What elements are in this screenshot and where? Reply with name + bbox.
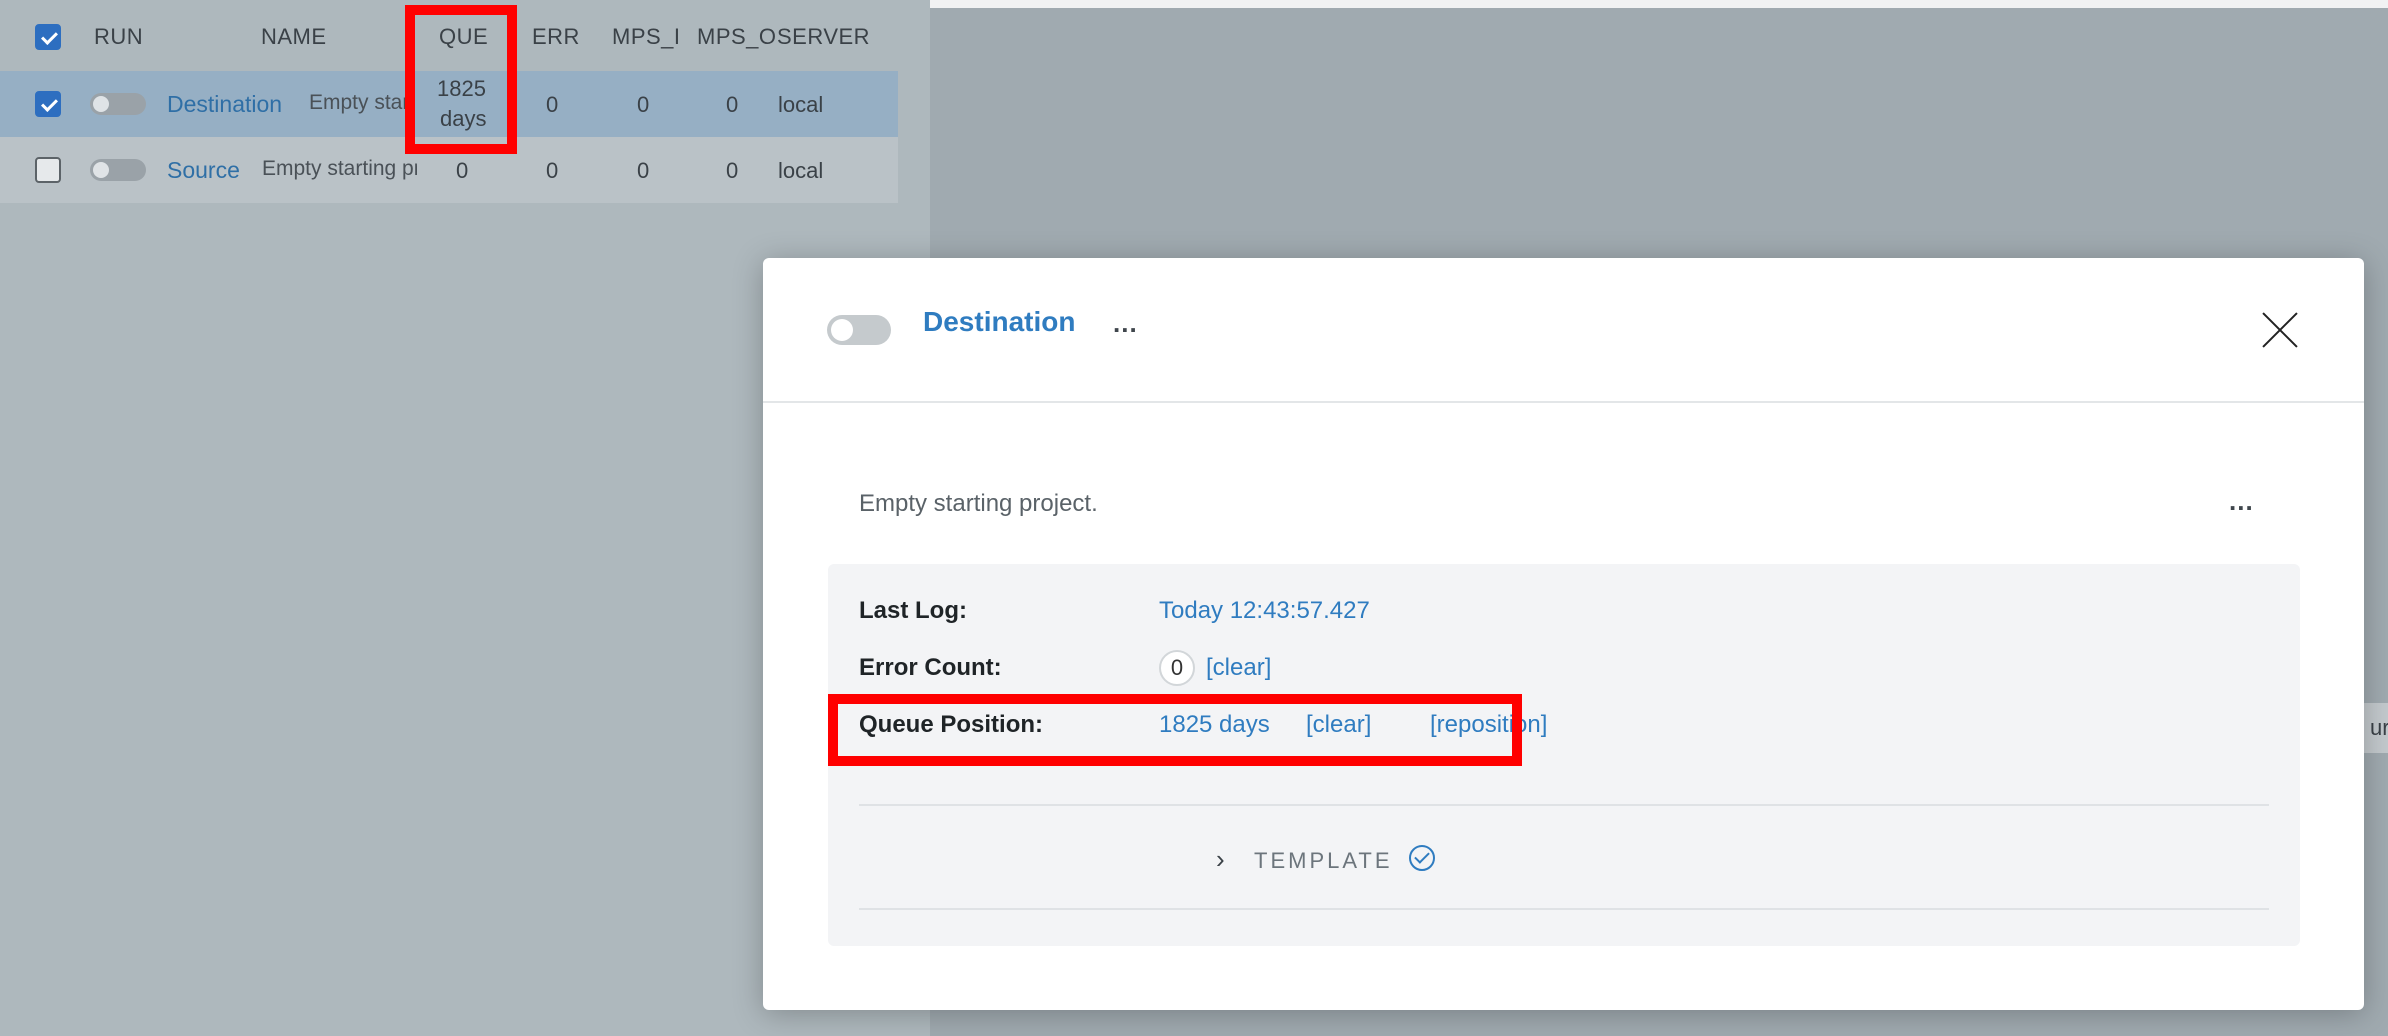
project-detail-modal: Destination ... Empty starting project. … (763, 258, 2364, 1010)
row-checkbox[interactable] (35, 91, 61, 117)
mps-in-value: 0 (637, 92, 650, 117)
modal-title[interactable]: Destination (923, 306, 1075, 338)
mps-out-value: 0 (726, 92, 739, 117)
chevron-right-icon[interactable]: › (1216, 844, 1225, 875)
project-description: Empty starting pr (262, 157, 417, 180)
run-toggle[interactable] (827, 315, 891, 345)
run-toggle[interactable] (90, 159, 146, 181)
close-icon[interactable] (2260, 310, 2300, 350)
col-header-server[interactable]: SERVER (777, 24, 870, 50)
queue-value: 0 (456, 158, 469, 183)
col-header-mps-in[interactable]: MPS_I (612, 24, 681, 50)
last-log-link[interactable]: Today 12:43:57.427 (1159, 597, 1370, 625)
project-description: Empty star (309, 91, 410, 114)
error-count-label: Error Count: (859, 654, 1002, 681)
project-link-destination[interactable]: Destination (167, 91, 282, 118)
error-count-badge: 0 (1159, 650, 1195, 686)
err-value: 0 (546, 158, 559, 183)
project-link-source[interactable]: Source (167, 157, 240, 184)
highlight-queue-position (828, 694, 1522, 766)
mps-in-value: 0 (637, 158, 650, 183)
col-header-name[interactable]: NAME (261, 24, 327, 50)
server-value: local (778, 158, 824, 183)
template-toggle[interactable]: TEMPLATE (1254, 848, 1393, 874)
error-clear-link[interactable]: [clear] (1206, 654, 1271, 682)
description-more-icon[interactable]: ... (2229, 486, 2254, 517)
mps-out-value: 0 (726, 158, 739, 183)
section-divider (859, 804, 2269, 806)
header-divider (763, 401, 2364, 403)
side-panel-edge[interactable]: ur (2360, 703, 2388, 753)
section-divider (859, 908, 2269, 910)
project-description: Empty starting project. (859, 490, 1098, 517)
err-value: 0 (546, 92, 559, 117)
row-checkbox[interactable] (35, 157, 61, 183)
col-header-err[interactable]: ERR (532, 24, 580, 50)
last-log-label: Last Log: (859, 597, 967, 624)
more-options-icon[interactable]: ... (1113, 308, 1138, 339)
server-value: local (778, 92, 824, 117)
highlight-que-column (405, 5, 517, 154)
select-all-checkbox[interactable] (35, 24, 61, 50)
run-toggle[interactable] (90, 93, 146, 115)
top-strip (930, 0, 2388, 8)
col-header-run[interactable]: RUN (94, 24, 143, 50)
col-header-mps-out[interactable]: MPS_O (697, 24, 777, 50)
check-circle-icon (1409, 845, 1435, 871)
